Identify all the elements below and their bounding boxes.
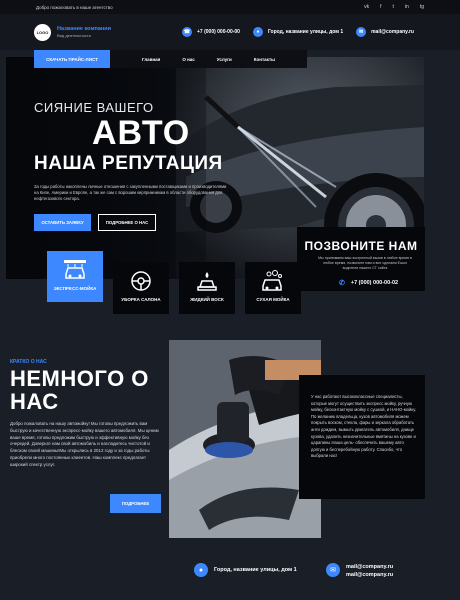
about-title: НЕМНОГО О НАС (10, 366, 149, 414)
company-name: Название компании (57, 26, 111, 32)
footer-address-text: Город, название улицы, дом 1 (214, 567, 297, 573)
header-phone-text: +7 (000) 000-00-00 (197, 29, 240, 35)
facebook-icon[interactable]: f (380, 4, 381, 10)
hero-title: АВТО (92, 114, 191, 152)
about-kicker: КРАТКО О НАС (10, 359, 47, 365)
telegram-icon[interactable]: tg (420, 4, 424, 10)
sign-up-button[interactable]: ОСТАВИТЬ ЗАЯВКУ (34, 214, 91, 231)
call-phone-text: +7 (000) 000-00-02 (350, 280, 399, 286)
service-express-wash[interactable]: ЭКСПРЕСС-МОЙКА (47, 251, 103, 302)
download-price-button[interactable]: СКАЧАТЬ ПРАЙС-ЛИСТ (34, 50, 110, 68)
company-activity: Вид деятельности (57, 33, 91, 38)
footer-email[interactable]: ✉ mail@company.ru mail@company.ru (326, 563, 393, 579)
header-address-text: Город, название улицы, дом 1 (267, 29, 344, 35)
hero-description: За годы работы накоплены личные отношени… (34, 184, 227, 201)
call-title: ПОЗВОНИТЕ НАМ (304, 239, 418, 253)
header-email-text: mail@company.ru (371, 29, 414, 35)
header-email[interactable]: ✉ mail@company.ru (356, 27, 414, 37)
call-text: Мы принимаем ваш экстренный вызов в любо… (318, 256, 412, 270)
mail-icon: ✉ (356, 27, 367, 37)
about-more-button[interactable]: ПОДРОБНЕЕ (110, 494, 161, 513)
linkedin-icon[interactable]: in (405, 4, 409, 10)
nav-item-home[interactable]: Главная (142, 57, 160, 62)
top-bar: Добро пожаловать в наше агентство vk f t… (0, 0, 460, 14)
footer-email-list: mail@company.ru mail@company.ru (346, 563, 393, 579)
wax-icon (197, 272, 217, 291)
page: Добро пожаловать в наше агентство vk f t… (0, 0, 460, 600)
brand: Название компании Вид деятельности (57, 26, 111, 38)
service-dry-wash[interactable]: СУХАЯ МОЙКА (245, 262, 301, 314)
welcome-text: Добро пожаловать в наше агентство (36, 4, 113, 10)
footer-email-1[interactable]: mail@company.ru (346, 563, 393, 571)
dry-wash-icon (262, 270, 282, 291)
nav-item-services[interactable]: Услуги (217, 57, 232, 62)
phone-icon: ☎ (182, 27, 192, 37)
header-phone[interactable]: ☎ +7 (000) 000-00-00 (182, 27, 240, 37)
hero-subtitle: СИЯНИЕ ВАШЕГО (34, 100, 154, 115)
service-label: ЭКСПРЕСС-МОЙКА (53, 286, 97, 291)
more-about-button[interactable]: ПОДРОБНЕЕ О НАС (98, 214, 156, 231)
location-icon: ● (252, 27, 263, 37)
nav-item-about[interactable]: О нас (182, 57, 194, 62)
nav-menu: Главная О нас Услуги Контакты (110, 50, 275, 68)
car-wash-icon (64, 260, 86, 279)
call-us-panel: ПОЗВОНИТЕ НАМ Мы принимаем ваш экстренны… (297, 227, 425, 291)
location-icon: ● (194, 563, 208, 577)
about-info-panel: У нас работают высококлассные специалист… (299, 375, 425, 499)
steering-wheel-icon (131, 271, 151, 291)
mail-icon: ✉ (326, 563, 340, 577)
about-description: Добро пожаловать на нашу автомойку! Мы г… (10, 421, 159, 467)
main-nav: СКАЧАТЬ ПРАЙС-ЛИСТ Главная О нас Услуги … (34, 50, 307, 68)
service-interior-cleaning[interactable]: УБОРКА САЛОНА (113, 262, 169, 314)
hero-title-line2: НАША РЕПУТАЦИЯ (34, 153, 223, 174)
site-header: LOGO Название компании Вид деятельности … (0, 14, 460, 50)
service-label: ЖИДКИЙ ВОСК (190, 297, 224, 302)
service-label: УБОРКА САЛОНА (121, 297, 161, 302)
twitter-icon[interactable]: t (393, 4, 394, 10)
header-address: ● Город, название улицы, дом 1 (252, 27, 344, 37)
footer-address: ● Город, название улицы, дом 1 (194, 563, 297, 577)
service-label: СУХАЯ МОЙКА (256, 297, 290, 302)
call-phone[interactable]: ✆ +7 (000) 000-00-02 (339, 279, 398, 287)
vk-icon[interactable]: vk (364, 4, 369, 10)
phone-icon: ✆ (339, 280, 345, 287)
about-panel-text: У нас работают высококлассные специалист… (311, 394, 417, 459)
logo[interactable]: LOGO (34, 23, 51, 41)
service-liquid-wax[interactable]: ЖИДКИЙ ВОСК (179, 262, 235, 314)
nav-item-contacts[interactable]: Контакты (254, 57, 275, 62)
footer-email-2[interactable]: mail@company.ru (346, 571, 393, 579)
social-links: vk f t in tg (364, 4, 424, 10)
